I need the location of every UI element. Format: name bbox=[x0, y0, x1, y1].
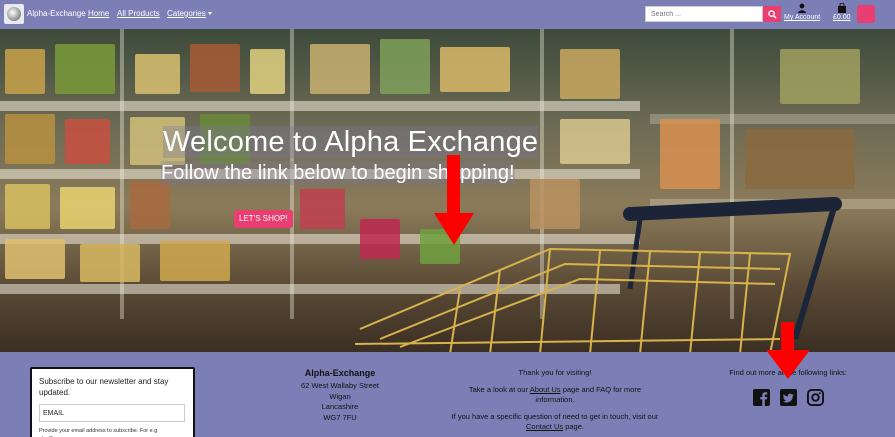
my-account-label: My Account bbox=[784, 14, 821, 21]
cart-total: £0.00 bbox=[833, 14, 851, 21]
nav-categories[interactable]: Categories bbox=[167, 9, 212, 18]
chevron-down-icon bbox=[207, 12, 212, 16]
thanks-heading: Thank you for visiting! bbox=[518, 368, 592, 377]
footer: Subscribe to our newsletter and stay upd… bbox=[0, 322, 895, 437]
address-line: WG7 7FU bbox=[323, 412, 357, 422]
menu-toggle-button[interactable] bbox=[857, 5, 875, 23]
address-line: 62 West Wallaby Street bbox=[301, 381, 379, 390]
search-input[interactable] bbox=[645, 6, 763, 22]
newsletter-help: Provide your email address to subscribe.… bbox=[39, 428, 158, 437]
company-name: Alpha-Exchange bbox=[304, 368, 376, 378]
brand-name[interactable]: Alpha-Exchange bbox=[27, 9, 86, 18]
red-arrow-annotation bbox=[766, 322, 810, 379]
logo-icon[interactable] bbox=[4, 4, 24, 24]
lets-shop-button[interactable]: LET'S SHOP! bbox=[234, 210, 293, 228]
about-paragraph: Take a look at our About Us page and FAQ… bbox=[468, 385, 642, 404]
address-line: Lancashire bbox=[321, 402, 359, 411]
newsletter-email-input[interactable] bbox=[39, 404, 185, 422]
search-button[interactable] bbox=[763, 6, 781, 22]
nav-all-products[interactable]: All Products bbox=[117, 9, 160, 18]
my-account-link[interactable]: My Account bbox=[784, 3, 820, 21]
newsletter-box: Subscribe to our newsletter and stay upd… bbox=[30, 367, 195, 437]
hero-title: Welcome to Alpha Exchange bbox=[163, 126, 539, 158]
user-icon bbox=[797, 3, 807, 13]
address-line: Wigan bbox=[329, 391, 351, 401]
cart-link[interactable]: £0.00 bbox=[833, 3, 851, 21]
contact-paragraph: If you have a specific question of need … bbox=[451, 412, 659, 431]
newsletter-text: Subscribe to our newsletter and stay upd… bbox=[39, 377, 169, 397]
contact-us-link[interactable]: Contact Us bbox=[526, 422, 563, 431]
company-address: Alpha-Exchange 62 West Wallaby Street Wi… bbox=[290, 368, 390, 423]
thanks-section: Thank you for visiting! Take a look at o… bbox=[450, 368, 660, 437]
nav-home[interactable]: Home bbox=[88, 9, 109, 18]
red-arrow-annotation bbox=[434, 155, 474, 245]
about-us-link[interactable]: About Us bbox=[530, 385, 561, 394]
navbar: Alpha-Exchange Home All Products Categor… bbox=[0, 0, 895, 29]
instagram-icon[interactable] bbox=[806, 389, 824, 406]
shopping-bag-icon bbox=[837, 3, 846, 13]
search-icon bbox=[767, 9, 777, 19]
facebook-icon[interactable] bbox=[752, 389, 770, 406]
twitter-icon[interactable] bbox=[779, 389, 797, 406]
hero-banner: Welcome to Alpha Exchange Follow the lin… bbox=[0, 29, 895, 352]
